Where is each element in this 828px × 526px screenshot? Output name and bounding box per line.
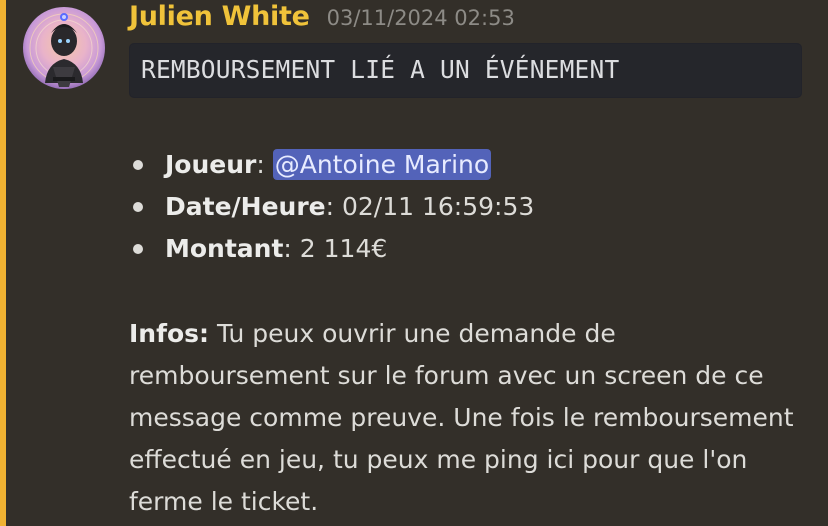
user-mention[interactable]: @Antoine Marino	[272, 149, 492, 180]
bullet-icon	[133, 160, 143, 170]
detail-label: Montant	[165, 234, 284, 263]
detail-separator: :	[325, 192, 342, 221]
infos-paragraph: Infos: Tu peux ouvrir une demande de rem…	[129, 313, 809, 523]
code-block: REMBOURSEMENT LIÉ A UN ÉVÉNEMENT	[129, 43, 802, 98]
detail-separator: :	[283, 234, 300, 263]
infos-label: Infos:	[129, 319, 210, 348]
infos-text: Tu peux ouvrir une demande de remboursem…	[129, 319, 794, 516]
timestamp: 03/11/2024 02:53	[326, 6, 515, 30]
username[interactable]: Julien White	[129, 1, 310, 32]
list-item-date-heure: Date/Heure: 02/11 16:59:53	[129, 186, 534, 228]
bullet-icon	[133, 202, 143, 212]
detail-label: Joueur	[165, 150, 257, 179]
message-header: Julien White 03/11/2024 02:53	[129, 1, 515, 41]
bullet-icon	[133, 244, 143, 254]
avatar-image	[23, 7, 105, 89]
chat-message: Julien White 03/11/2024 02:53 REMBOURSEM…	[0, 0, 828, 526]
detail-label: Date/Heure	[165, 192, 326, 221]
list-item-montant: Montant: 2 114€	[129, 228, 534, 270]
avatar[interactable]	[23, 7, 105, 89]
details-list: Joueur: @Antoine Marino Date/Heure: 02/1…	[129, 144, 534, 270]
detail-value: 02/11 16:59:53	[342, 192, 535, 221]
detail-separator: :	[256, 150, 273, 179]
detail-value: 2 114€	[299, 234, 388, 263]
list-item-joueur: Joueur: @Antoine Marino	[129, 144, 534, 186]
